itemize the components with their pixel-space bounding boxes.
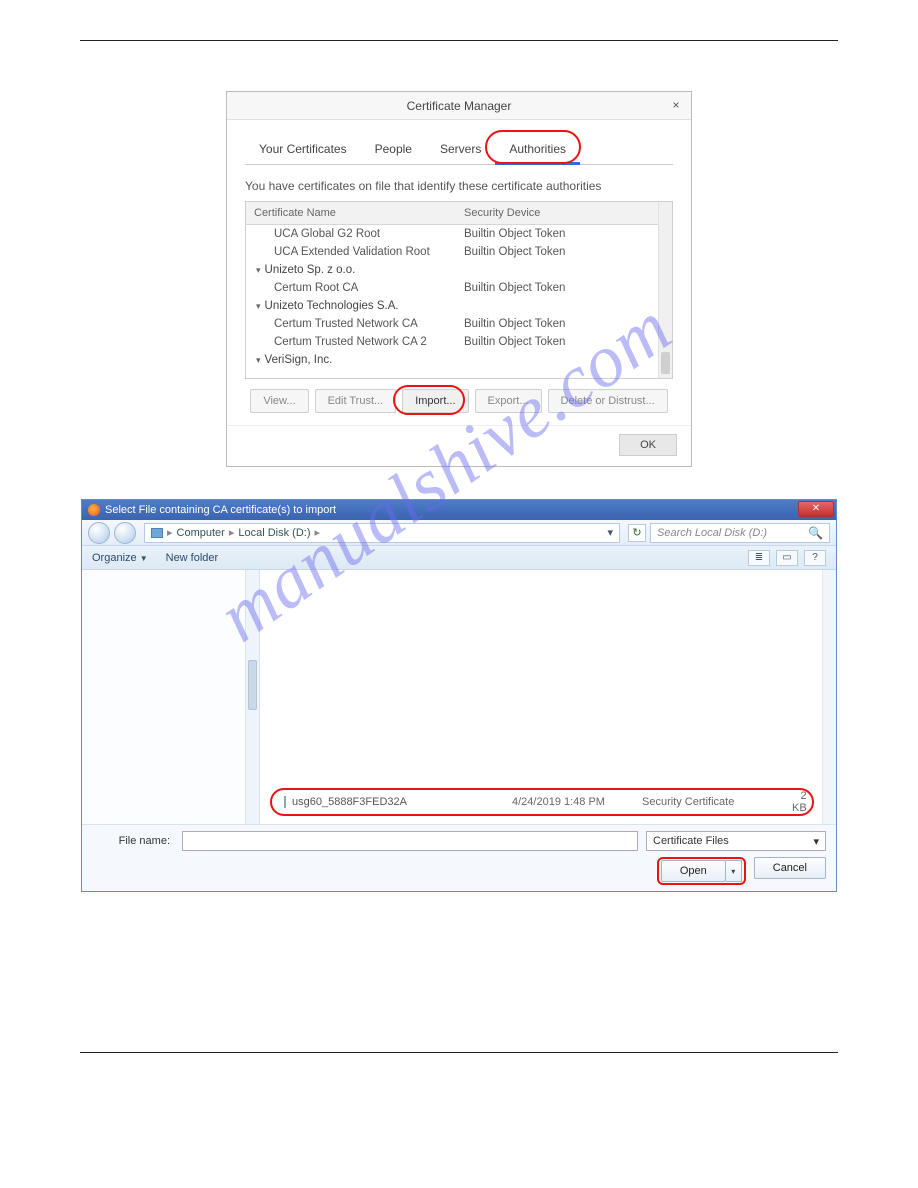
certificate-file-icon: [284, 796, 286, 808]
edit-trust-button[interactable]: Edit Trust...: [315, 389, 397, 413]
cert-row[interactable]: Certum Trusted Network CA 2 Builtin Objec…: [246, 333, 672, 351]
window-close-button[interactable]: ✕: [798, 501, 834, 517]
refresh-button[interactable]: ↻: [628, 524, 646, 542]
chevron-down-icon: ▾: [256, 265, 261, 276]
cert-name: UCA Extended Validation Root: [274, 246, 430, 258]
cert-name: VeriSign, Inc.: [265, 354, 333, 366]
file-list-row[interactable]: usg60_5888F3FED32A 4/24/2019 1:48 PM Sec…: [270, 788, 814, 816]
search-icon: 🔍: [808, 526, 823, 540]
certificate-manager-dialog: Certificate Manager × Your Certificates …: [226, 91, 692, 467]
file-type-filter[interactable]: Certificate Files ▾: [646, 831, 826, 851]
open-dropdown[interactable]: ▾: [726, 860, 742, 882]
tab-authorities[interactable]: Authorities: [495, 134, 580, 164]
firefox-icon: [88, 504, 100, 516]
fo-navbar: ▸ Computer ▸ Local Disk (D:) ▸ ▾ ↻ Searc…: [82, 520, 836, 546]
col-header-name: Certificate Name: [246, 202, 456, 224]
cert-name: Certum Trusted Network CA: [274, 318, 418, 330]
view-button[interactable]: View...: [250, 389, 308, 413]
file-type: Security Certificate: [642, 796, 792, 808]
tab-your-certificates[interactable]: Your Certificates: [245, 134, 361, 164]
cert-group[interactable]: ▾ Unizeto Technologies S.A.: [246, 297, 672, 315]
chevron-down-icon[interactable]: ▾: [607, 526, 613, 539]
breadcrumb-disk[interactable]: Local Disk (D:): [238, 527, 310, 539]
file-date: 4/24/2019 1:48 PM: [512, 796, 642, 808]
nav-back-button[interactable]: [88, 522, 110, 544]
cm-scrollbar[interactable]: [658, 202, 672, 378]
chevron-right-icon: ▸: [167, 526, 173, 539]
highlight-open: Open ▾: [657, 857, 746, 885]
chevron-down-icon: ▾: [256, 301, 261, 312]
breadcrumb-computer[interactable]: Computer: [177, 527, 225, 539]
cert-device: Builtin Object Token: [456, 243, 672, 261]
cm-tabs: Your Certificates People Servers Authori…: [245, 134, 673, 165]
nav-forward-button[interactable]: [114, 522, 136, 544]
cm-titlebar: Certificate Manager ×: [227, 92, 691, 120]
fo-toolbar: Organize ▼ New folder ≣ ▭ ?: [82, 546, 836, 570]
fo-file-area[interactable]: usg60_5888F3FED32A 4/24/2019 1:48 PM Sec…: [260, 570, 836, 824]
main-scrollbar[interactable]: [822, 570, 836, 824]
sidebar-scrollbar[interactable]: [245, 570, 259, 824]
cm-description: You have certificates on file that ident…: [245, 179, 673, 193]
tab-servers[interactable]: Servers: [426, 134, 495, 164]
fo-title: Select File containing CA certificate(s)…: [105, 504, 336, 516]
fo-sidebar: [82, 570, 260, 824]
cert-row[interactable]: UCA Global G2 Root Builtin Object Token: [246, 225, 672, 243]
tab-people[interactable]: People: [361, 134, 426, 164]
close-icon[interactable]: ×: [667, 96, 685, 114]
computer-icon: [151, 528, 163, 538]
help-button[interactable]: ?: [804, 550, 826, 566]
cert-group[interactable]: ▾ Unizeto Sp. z o.o.: [246, 261, 672, 279]
breadcrumb[interactable]: ▸ Computer ▸ Local Disk (D:) ▸ ▾: [144, 523, 620, 543]
file-name-input[interactable]: [182, 831, 638, 851]
new-folder-button[interactable]: New folder: [166, 552, 219, 564]
cert-device: Builtin Object Token: [456, 333, 672, 351]
cert-name: Certum Trusted Network CA 2: [274, 336, 427, 348]
search-input[interactable]: Search Local Disk (D:) 🔍: [650, 523, 830, 543]
view-tiles-button[interactable]: ▭: [776, 550, 798, 566]
fo-titlebar: Select File containing CA certificate(s)…: [82, 500, 836, 520]
export-button[interactable]: Export...: [475, 389, 542, 413]
col-header-device: Security Device: [456, 202, 672, 224]
cert-device: Builtin Object Token: [456, 279, 672, 297]
file-name-label: File name:: [92, 835, 174, 847]
cert-row[interactable]: UCA Extended Validation Root Builtin Obje…: [246, 243, 672, 261]
ok-button[interactable]: OK: [619, 434, 677, 456]
chevron-right-icon: ▸: [229, 526, 235, 539]
cancel-button[interactable]: Cancel: [754, 857, 826, 879]
cert-row[interactable]: Certum Root CA Builtin Object Token: [246, 279, 672, 297]
cert-name: Certum Root CA: [274, 282, 358, 294]
file-name: usg60_5888F3FED32A: [292, 796, 512, 808]
cm-title: Certificate Manager: [407, 99, 512, 113]
cert-row[interactable]: Certum Trusted Network CA Builtin Object …: [246, 315, 672, 333]
organize-button[interactable]: Organize ▼: [92, 552, 148, 564]
chevron-down-icon: ▾: [256, 355, 261, 366]
import-button[interactable]: Import...: [402, 389, 468, 413]
cm-table: Certificate Name Security Device UCA Glo…: [245, 201, 673, 379]
cert-device: Builtin Object Token: [456, 315, 672, 333]
cert-device: Builtin Object Token: [456, 225, 672, 243]
delete-distrust-button[interactable]: Delete or Distrust...: [548, 389, 668, 413]
cert-name: UCA Global G2 Root: [274, 228, 380, 240]
chevron-down-icon: ▼: [140, 554, 148, 563]
chevron-down-icon: ▾: [813, 835, 819, 848]
search-placeholder: Search Local Disk (D:): [657, 527, 767, 539]
cert-name: Unizeto Sp. z o.o.: [265, 264, 356, 276]
open-button[interactable]: Open: [661, 860, 726, 882]
cert-name: Unizeto Technologies S.A.: [265, 300, 399, 312]
cert-group[interactable]: ▾ VeriSign, Inc.: [246, 351, 672, 369]
view-list-button[interactable]: ≣: [748, 550, 770, 566]
file-open-dialog: Select File containing CA certificate(s)…: [81, 499, 837, 892]
chevron-right-icon: ▸: [314, 526, 320, 539]
file-size: 2 KB: [792, 790, 807, 814]
